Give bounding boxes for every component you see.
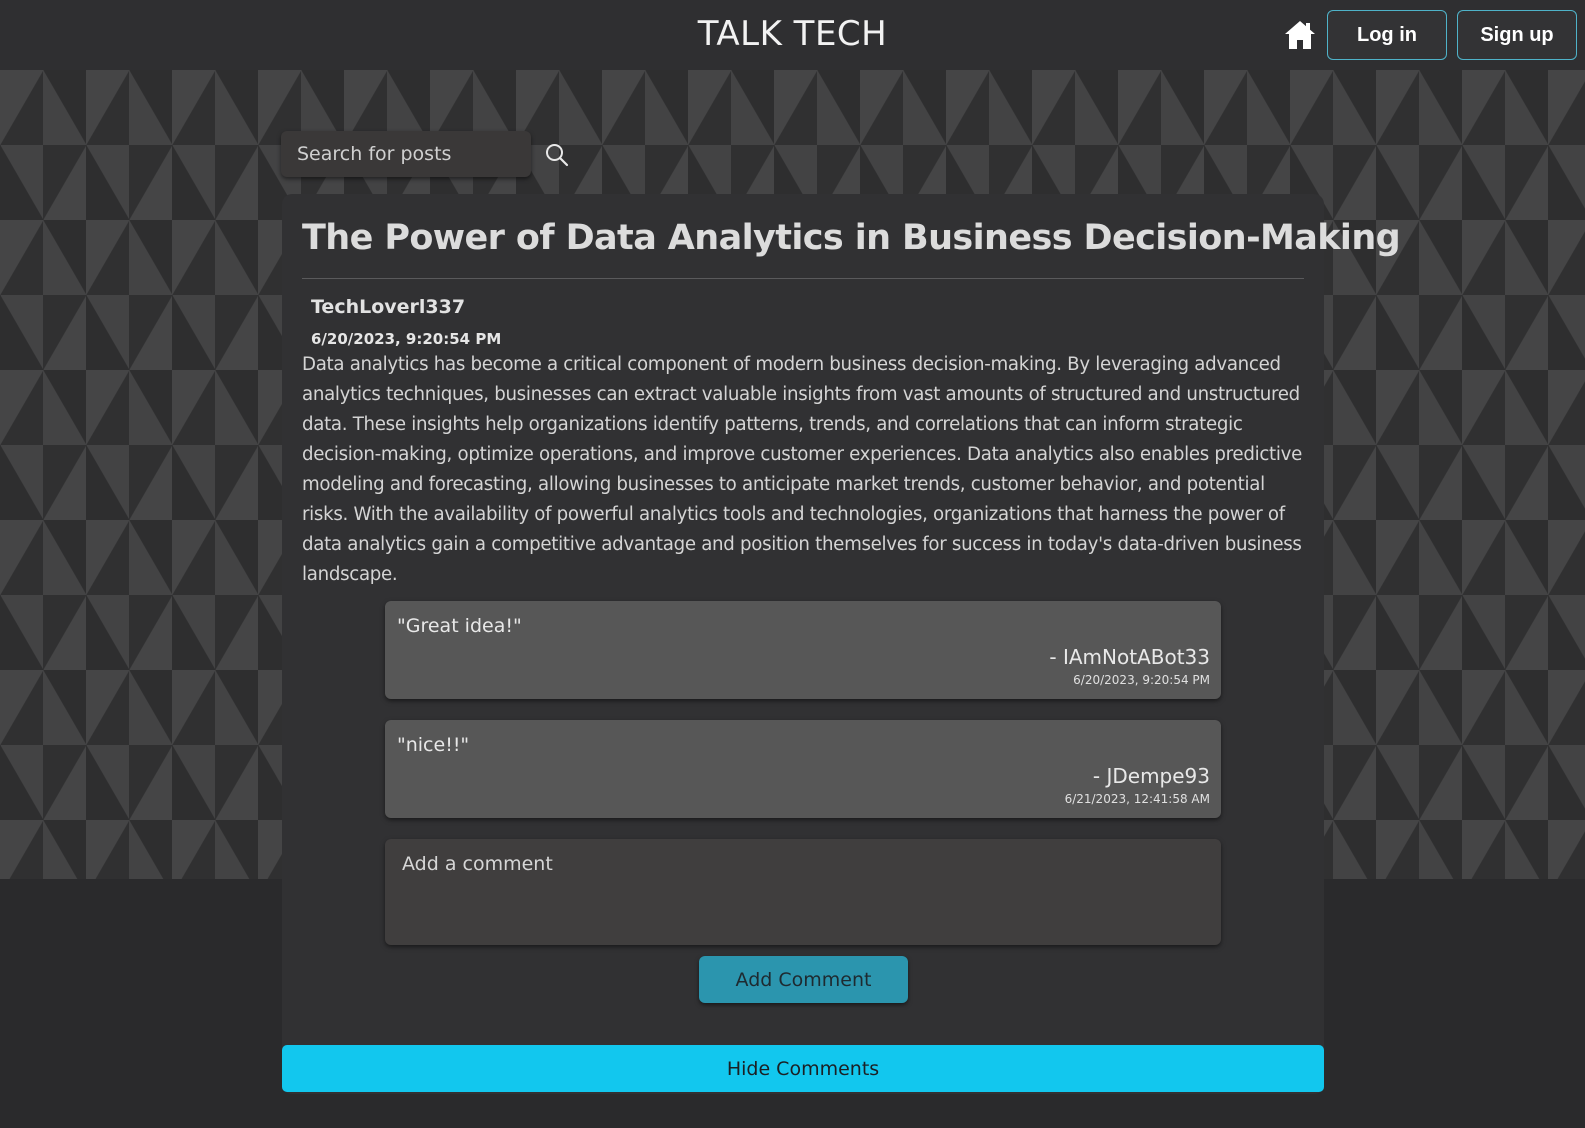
post-title: The Power of Data Analytics in Business … <box>302 218 1401 258</box>
post-body: Data analytics has become a critical com… <box>302 354 1302 585</box>
comment-item: "nice!!" - JDempe93 6/21/2023, 12:41:58 … <box>385 720 1221 818</box>
search-icon[interactable] <box>544 142 570 168</box>
comment-author: - JDempe93 <box>1092 764 1210 788</box>
comment-date: 6/20/2023, 9:20:54 PM <box>1073 673 1210 687</box>
comment-input[interactable] <box>385 839 1221 945</box>
comment-item: "Great idea!" - IAmNotABot33 6/20/2023, … <box>385 601 1221 699</box>
hide-comments-button[interactable]: Hide Comments <box>282 1045 1324 1092</box>
comment-author: - IAmNotABot33 <box>1049 645 1210 669</box>
add-comment-button[interactable]: Add Comment <box>699 956 908 1003</box>
comment-date: 6/21/2023, 12:41:58 AM <box>1064 792 1210 806</box>
signup-button[interactable]: Sign up <box>1457 10 1577 60</box>
comment-text: "nice!!" <box>397 734 470 756</box>
search-input[interactable] <box>281 131 531 177</box>
login-button[interactable]: Log in <box>1327 10 1447 60</box>
post-author[interactable]: TechLoverl337 <box>311 296 465 318</box>
title-divider <box>302 278 1304 279</box>
top-navbar: TALK TECH Log in Sign up <box>0 0 1585 70</box>
home-icon[interactable] <box>1283 18 1317 52</box>
post-card: The Power of Data Analytics in Business … <box>282 194 1401 1094</box>
post-date: 6/20/2023, 9:20:54 PM <box>311 330 502 348</box>
comment-text: "Great idea!" <box>397 615 522 637</box>
